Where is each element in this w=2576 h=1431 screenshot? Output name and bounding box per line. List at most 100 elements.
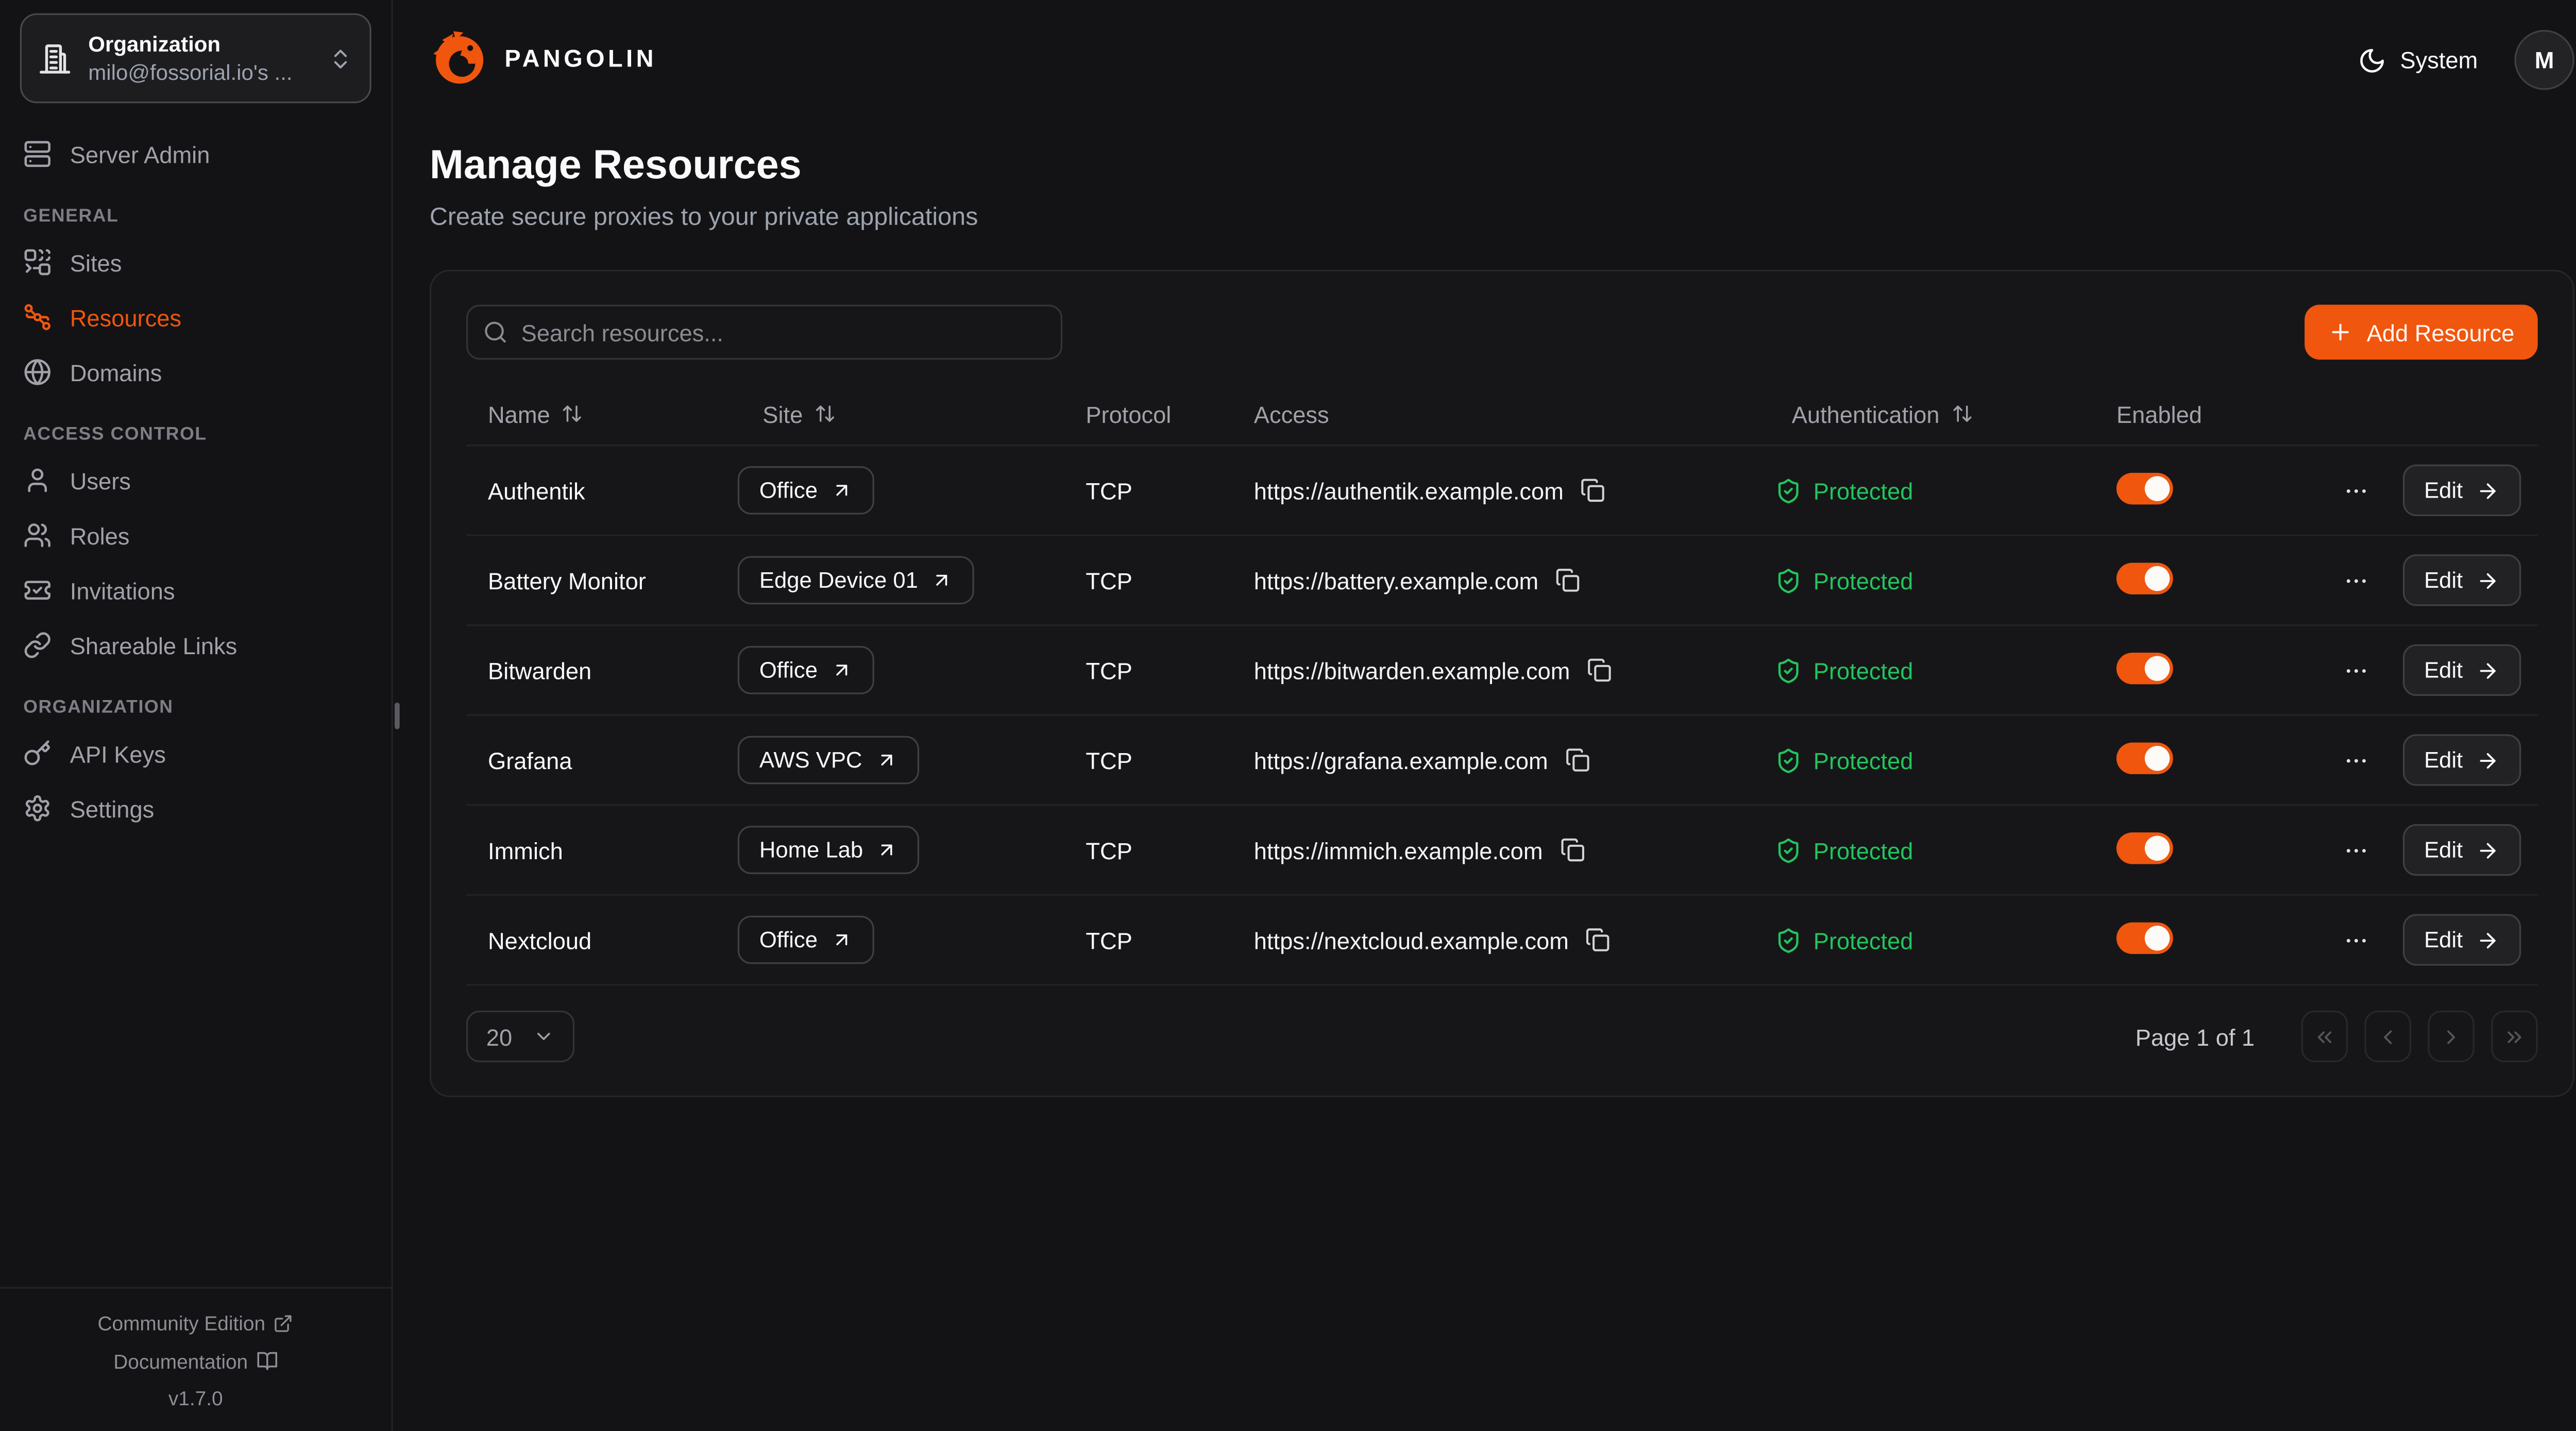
app-root: Organization milo@fossorial.io's ... Ser… (0, 0, 2576, 1431)
search-icon (483, 320, 507, 345)
prev-page-button[interactable] (2365, 1011, 2411, 1062)
auth-status: Protected (1814, 837, 1913, 863)
sidebar-item-sites[interactable]: Sites (23, 235, 368, 290)
sidebar-item-resources[interactable]: Resources (23, 289, 368, 345)
version-label: v1.7.0 (0, 1380, 392, 1418)
resource-url: https://authentik.example.com (1254, 477, 1564, 504)
chevrons-up-down-icon (328, 46, 353, 71)
edit-button[interactable]: Edit (2402, 734, 2521, 786)
col-protocol: Protocol (1086, 400, 1171, 427)
sidebar-item-label: Roles (70, 522, 130, 549)
enabled-toggle[interactable] (2116, 742, 2173, 773)
enabled-toggle[interactable] (2116, 472, 2173, 503)
theme-label: System (2400, 46, 2478, 73)
site-link-button[interactable]: Office (738, 916, 874, 964)
add-resource-button[interactable]: Add Resource (2305, 304, 2538, 360)
copy-icon[interactable] (1555, 568, 1580, 592)
combine-icon (23, 248, 52, 277)
row-menu-button[interactable] (2339, 564, 2372, 597)
arrow-right-icon (2476, 658, 2499, 682)
copy-icon[interactable] (1580, 478, 1605, 503)
ellipsis-icon (2343, 927, 2369, 953)
edit-button[interactable]: Edit (2402, 824, 2521, 876)
enabled-toggle[interactable] (2116, 831, 2173, 863)
sidebar-item-roles[interactable]: Roles (23, 508, 368, 563)
shield-check-icon (1775, 927, 1802, 953)
theme-toggle-button[interactable]: System (2359, 46, 2478, 74)
table-row: Nextcloud Office TCP https://nextcloud.e… (466, 896, 2538, 986)
copy-icon[interactable] (1587, 658, 1612, 683)
resource-name: Nextcloud (466, 927, 738, 953)
resource-name: Battery Monitor (466, 567, 738, 594)
ellipsis-icon (2343, 567, 2369, 594)
row-menu-button[interactable] (2339, 474, 2372, 507)
enabled-toggle[interactable] (2116, 652, 2173, 683)
table-row: Bitwarden Office TCP https://bitwarden.e… (466, 626, 2538, 716)
sidebar-item-shareable-links[interactable]: Shareable Links (23, 618, 368, 673)
row-menu-button[interactable] (2339, 654, 2372, 687)
ellipsis-icon (2343, 477, 2369, 504)
community-edition-link[interactable]: Community Edition (98, 1305, 294, 1343)
sidebar-resize-handle[interactable] (395, 703, 400, 729)
enabled-toggle[interactable] (2116, 922, 2173, 953)
site-link-button[interactable]: Office (738, 466, 874, 515)
shield-check-icon (1775, 477, 1802, 504)
row-menu-button[interactable] (2339, 833, 2372, 867)
sidebar-item-settings[interactable]: Settings (23, 781, 368, 836)
sidebar-item-domains[interactable]: Domains (23, 345, 368, 400)
resource-url: https://grafana.example.com (1254, 747, 1548, 774)
copy-icon[interactable] (1585, 927, 1610, 952)
resource-url: https://battery.example.com (1254, 567, 1538, 594)
building-icon (38, 42, 72, 75)
sidebar-item-api-keys[interactable]: API Keys (23, 726, 368, 781)
external-link-icon (274, 1314, 294, 1334)
chevrons-right-icon (2503, 1025, 2526, 1048)
row-menu-button[interactable] (2339, 743, 2372, 777)
arrow-right-icon (2476, 838, 2499, 861)
avatar[interactable]: M (2514, 30, 2574, 90)
book-open-icon (256, 1351, 278, 1372)
resource-url: https://bitwarden.example.com (1254, 657, 1570, 684)
search-input[interactable] (466, 304, 1062, 360)
auth-status: Protected (1814, 747, 1913, 774)
next-page-button[interactable] (2428, 1011, 2474, 1062)
org-switcher[interactable]: Organization milo@fossorial.io's ... (20, 13, 371, 104)
sort-icon[interactable] (815, 403, 836, 424)
edit-button[interactable]: Edit (2402, 914, 2521, 965)
copy-icon[interactable] (1560, 838, 1584, 862)
site-link-button[interactable]: Home Lab (738, 826, 920, 874)
sidebar: Organization milo@fossorial.io's ... Ser… (0, 0, 393, 1431)
resources-table: Name Site Protocol Access Authentication… (466, 383, 2538, 1062)
ellipsis-icon (2343, 657, 2369, 684)
sidebar-item-label: API Keys (70, 740, 166, 767)
table-row: Immich Home Lab TCP https://immich.examp… (466, 806, 2538, 896)
col-authentication: Authentication (1792, 400, 1940, 427)
sort-icon[interactable] (562, 403, 583, 424)
edit-button[interactable]: Edit (2402, 554, 2521, 606)
site-link-button[interactable]: Office (738, 646, 874, 694)
main-content: PANGOLIN System M Manage Resources Creat… (393, 0, 2576, 1431)
resource-protocol: TCP (1086, 477, 1253, 504)
documentation-link[interactable]: Documentation (113, 1343, 278, 1381)
sidebar-item-label: Server Admin (70, 141, 210, 167)
first-page-button[interactable] (2301, 1011, 2348, 1062)
org-title: Organization (88, 31, 328, 58)
edit-button[interactable]: Edit (2402, 465, 2521, 516)
sidebar-item-server-admin[interactable]: Server Admin (23, 127, 368, 182)
sidebar-item-users[interactable]: Users (23, 453, 368, 508)
moon-icon (2359, 46, 2387, 74)
last-page-button[interactable] (2491, 1011, 2537, 1062)
row-menu-button[interactable] (2339, 923, 2372, 957)
copy-icon[interactable] (1565, 747, 1589, 772)
site-link-button[interactable]: AWS VPC (738, 736, 919, 785)
user-icon (23, 466, 52, 495)
page-size-select[interactable]: 20 (466, 1011, 574, 1062)
table-row: Authentik Office TCP https://authentik.e… (466, 446, 2538, 536)
resource-name: Bitwarden (466, 657, 738, 684)
edit-button[interactable]: Edit (2402, 644, 2521, 696)
sort-icon[interactable] (1951, 403, 1973, 424)
page-head: Manage Resources Create secure proxies t… (430, 143, 2574, 231)
site-link-button[interactable]: Edge Device 01 (738, 556, 975, 605)
enabled-toggle[interactable] (2116, 562, 2173, 593)
sidebar-item-invitations[interactable]: Invitations (23, 563, 368, 618)
